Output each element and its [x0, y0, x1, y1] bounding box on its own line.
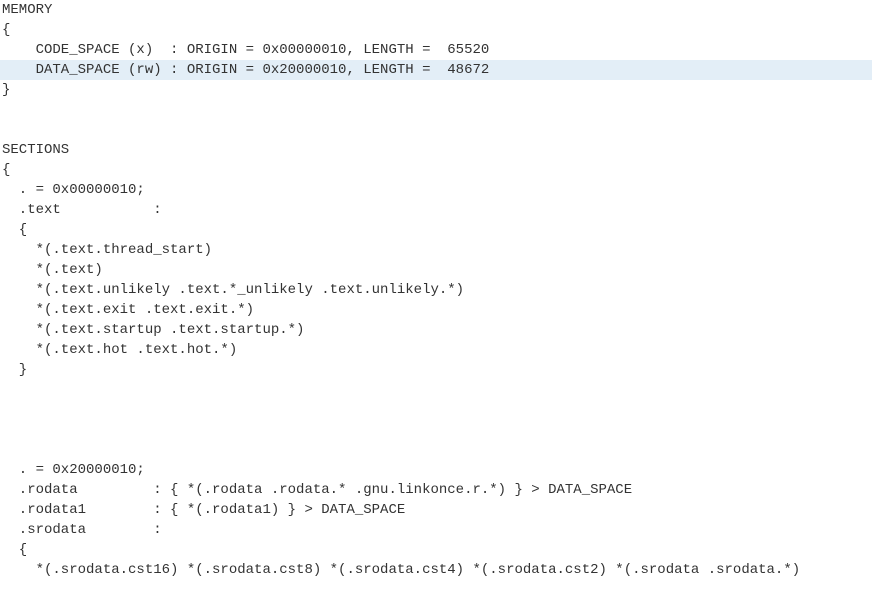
code-line-24: . = 0x20000010; — [0, 460, 872, 480]
code-line-3: CODE_SPACE (x) : ORIGIN = 0x00000010, LE… — [0, 40, 872, 60]
code-line-25: .rodata : { *(.rodata .rodata.* .gnu.lin… — [0, 480, 872, 500]
code-line-17: *(.text.startup .text.startup.*) — [0, 320, 872, 340]
code-line-29: *(.srodata.cst16) *(.srodata.cst8) *(.sr… — [0, 560, 872, 580]
code-line-22 — [0, 420, 872, 440]
code-line-8: SECTIONS — [0, 140, 872, 160]
code-line-2: { — [0, 20, 872, 40]
code-line-10: . = 0x00000010; — [0, 180, 872, 200]
code-line-18: *(.text.hot .text.hot.*) — [0, 340, 872, 360]
code-line-13: *(.text.thread_start) — [0, 240, 872, 260]
code-line-12: { — [0, 220, 872, 240]
code-line-1: MEMORY — [0, 0, 872, 20]
code-line-4: DATA_SPACE (rw) : ORIGIN = 0x20000010, L… — [0, 60, 872, 80]
code-line-11: .text : — [0, 200, 872, 220]
code-line-20 — [0, 380, 872, 400]
code-line-7 — [0, 120, 872, 140]
code-line-16: *(.text.exit .text.exit.*) — [0, 300, 872, 320]
code-line-21 — [0, 400, 872, 420]
linker-script-code: MEMORY{ CODE_SPACE (x) : ORIGIN = 0x0000… — [0, 0, 872, 580]
code-line-14: *(.text) — [0, 260, 872, 280]
code-line-6 — [0, 100, 872, 120]
code-line-15: *(.text.unlikely .text.*_unlikely .text.… — [0, 280, 872, 300]
code-line-27: .srodata : — [0, 520, 872, 540]
code-line-19: } — [0, 360, 872, 380]
code-line-5: } — [0, 80, 872, 100]
code-line-23 — [0, 440, 872, 460]
code-line-26: .rodata1 : { *(.rodata1) } > DATA_SPACE — [0, 500, 872, 520]
code-line-28: { — [0, 540, 872, 560]
code-line-9: { — [0, 160, 872, 180]
